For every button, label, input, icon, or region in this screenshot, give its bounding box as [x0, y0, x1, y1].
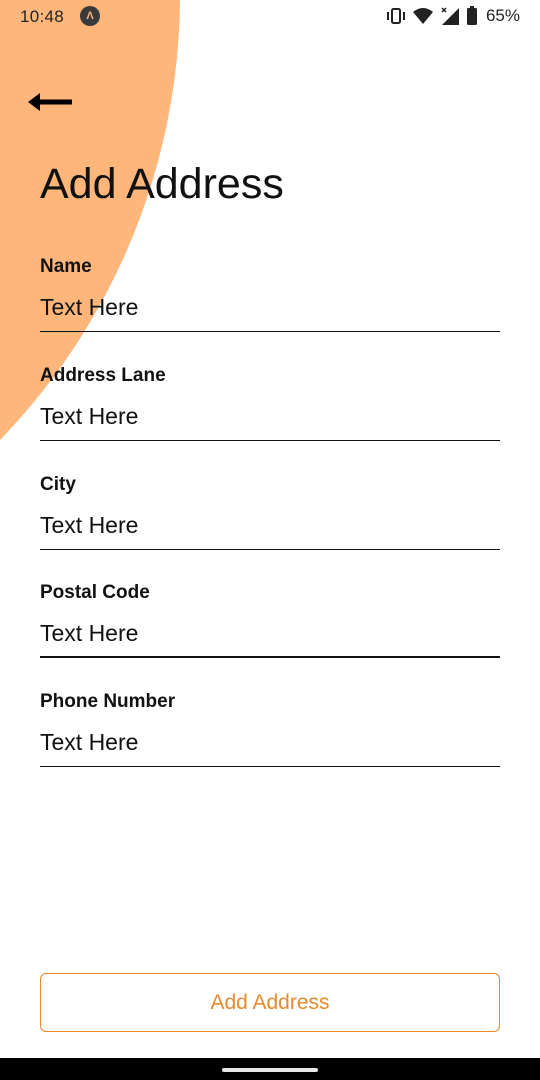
home-indicator[interactable]	[222, 1068, 318, 1072]
name-field: Name	[40, 256, 500, 332]
name-label: Name	[40, 256, 92, 277]
page-title: Add Address	[40, 160, 284, 208]
status-time: 10:48	[20, 7, 65, 26]
city-label: City	[40, 474, 76, 495]
vibrate-icon	[386, 7, 406, 25]
phone-number-label: Phone Number	[40, 691, 176, 712]
back-button[interactable]	[26, 88, 74, 116]
phone-number-field: Phone Number	[40, 691, 500, 767]
app-notification-icon: Λ	[80, 6, 100, 26]
status-icons: 65%	[386, 6, 520, 26]
postal-code-input[interactable]	[40, 618, 500, 658]
name-input[interactable]	[40, 292, 500, 332]
wifi-icon	[412, 7, 434, 25]
signal-icon	[440, 6, 460, 26]
status-bar: 10:48 Λ 65%	[0, 0, 540, 34]
navigation-bar	[0, 1058, 540, 1080]
city-input[interactable]	[40, 510, 500, 550]
postal-code-field: Postal Code	[40, 582, 500, 658]
add-address-button[interactable]: Add Address	[40, 973, 500, 1032]
battery-icon	[466, 6, 478, 26]
phone-number-input[interactable]	[40, 727, 500, 767]
postal-code-label: Postal Code	[40, 582, 150, 603]
address-lane-label: Address Lane	[40, 365, 166, 386]
battery-percent: 65%	[485, 6, 520, 25]
address-lane-field: Address Lane	[40, 365, 500, 441]
arrow-left-icon	[28, 93, 72, 111]
city-field: City	[40, 474, 500, 550]
address-lane-input[interactable]	[40, 401, 500, 441]
